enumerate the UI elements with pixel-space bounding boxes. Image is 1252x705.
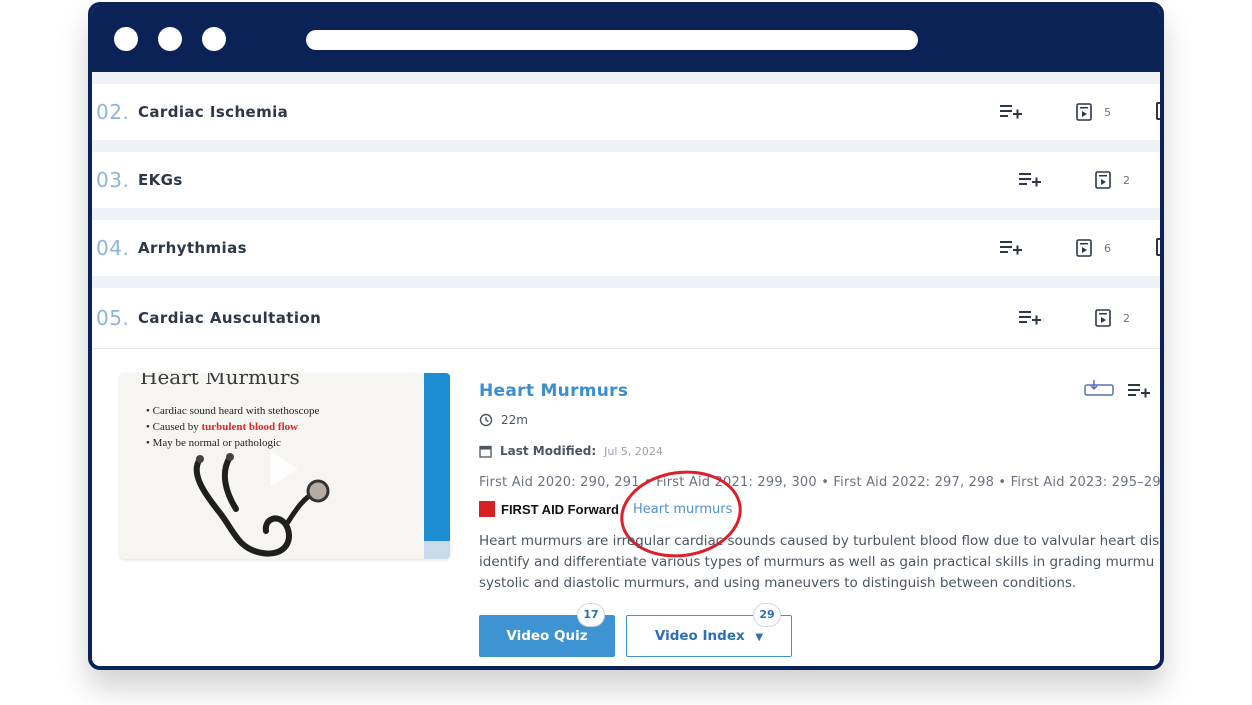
thumbnail-side-bar-bottom <box>424 541 450 559</box>
thumbnail-bullets: • Cardiac sound heard with stethoscope •… <box>146 405 320 449</box>
thumbnail-title: Heart Murmurs <box>140 373 300 389</box>
playlist-add-icon[interactable] <box>1019 172 1041 188</box>
thumbnail-bullet-emphasis: turbulent blood flow <box>201 421 299 433</box>
clock-icon <box>479 413 493 427</box>
video-count: 5 <box>1104 105 1111 119</box>
section-row-cardiac-auscultation[interactable]: 05. Cardiac Auscultation 2 <box>92 288 1160 348</box>
last-modified-label: Last Modified: <box>500 444 597 458</box>
lesson-title[interactable]: Heart Murmurs <box>479 381 628 401</box>
mcgraw-hill-logo <box>479 501 495 517</box>
last-modified-value: Jul 5, 2024 <box>604 444 663 458</box>
video-count: 2 <box>1123 173 1130 187</box>
section-number: 04. <box>96 236 130 260</box>
section-number: 02. <box>96 100 130 124</box>
browser-window: 02. Cardiac Ischemia 5 03. EKGs 2 04. Ar… <box>88 2 1164 670</box>
video-quiz-count-badge: 17 <box>577 603 605 627</box>
description-line: identify and differentiate various types… <box>479 554 1155 570</box>
first-aid-references: First Aid 2020: 290, 291 • First Aid 202… <box>479 475 1160 490</box>
section-title: Arrhythmias <box>138 239 247 257</box>
section-row-cardiac-ischemia[interactable]: 02. Cardiac Ischemia 5 <box>92 84 1160 140</box>
last-modified-row: Last Modified: Jul 5, 2024 <box>479 444 663 458</box>
video-count: 2 <box>1123 311 1130 325</box>
browser-titlebar <box>92 6 1160 72</box>
calendar-icon <box>479 445 492 458</box>
section-title: Cardiac Ischemia <box>138 103 289 121</box>
video-doc-icon <box>1095 171 1111 189</box>
thumbnail-bullet: Cardiac sound heard with stethoscope <box>152 405 320 417</box>
video-index-count-badge: 29 <box>753 603 781 627</box>
playlist-add-icon[interactable] <box>1019 310 1041 326</box>
video-doc-icon <box>1095 309 1111 327</box>
section-number: 03. <box>96 168 130 192</box>
first-aid-forward-logo: FIRST AID Forward <box>479 501 619 517</box>
section-row-arrhythmias[interactable]: 04. Arrhythmias 6 <box>92 220 1160 276</box>
video-index-label: Video Index <box>654 628 745 644</box>
window-dot-close[interactable] <box>114 27 138 51</box>
row-edge-icon <box>1156 238 1160 256</box>
address-bar[interactable] <box>306 30 918 50</box>
window-dot-minimize[interactable] <box>158 27 182 51</box>
thumbnail-bullet: Caused by <box>152 421 202 433</box>
first-aid-forward-label: FIRST AID Forward <box>501 501 619 517</box>
play-icon[interactable] <box>270 451 298 487</box>
playlist-add-icon[interactable] <box>1128 383 1150 399</box>
window-dot-maximize[interactable] <box>202 27 226 51</box>
thumbnail-bullet: May be normal or pathologic <box>152 437 281 449</box>
description-line: systolic and diastolic murmurs, and usin… <box>479 575 1077 591</box>
video-doc-icon <box>1076 239 1092 257</box>
playlist-add-icon[interactable] <box>1000 240 1022 256</box>
download-icon[interactable] <box>1084 379 1114 397</box>
description-line: Heart murmurs are irregular cardiac soun… <box>479 533 1160 549</box>
playlist-add-icon[interactable] <box>1000 104 1022 120</box>
video-count: 6 <box>1104 241 1111 255</box>
section-row-ekgs[interactable]: 03. EKGs 2 <box>92 152 1160 208</box>
caret-down-icon: ▼ <box>755 632 764 643</box>
video-thumbnail[interactable]: Heart Murmurs • Cardiac sound heard with… <box>120 373 450 559</box>
course-content: 02. Cardiac Ischemia 5 03. EKGs 2 04. Ar… <box>92 72 1160 666</box>
section-title: Cardiac Auscultation <box>138 309 322 327</box>
section-number: 05. <box>96 306 130 330</box>
row-edge-icon <box>1156 102 1160 120</box>
section-title: EKGs <box>138 171 183 189</box>
duration-row: 22m <box>479 413 528 427</box>
lesson-card: Heart Murmurs • Cardiac sound heard with… <box>92 348 1160 666</box>
video-doc-icon <box>1076 103 1092 121</box>
duration-value: 22m <box>501 413 528 427</box>
thumbnail-side-bar <box>424 373 450 541</box>
lesson-description: Heart murmurs are irregular cardiac soun… <box>479 531 1160 594</box>
